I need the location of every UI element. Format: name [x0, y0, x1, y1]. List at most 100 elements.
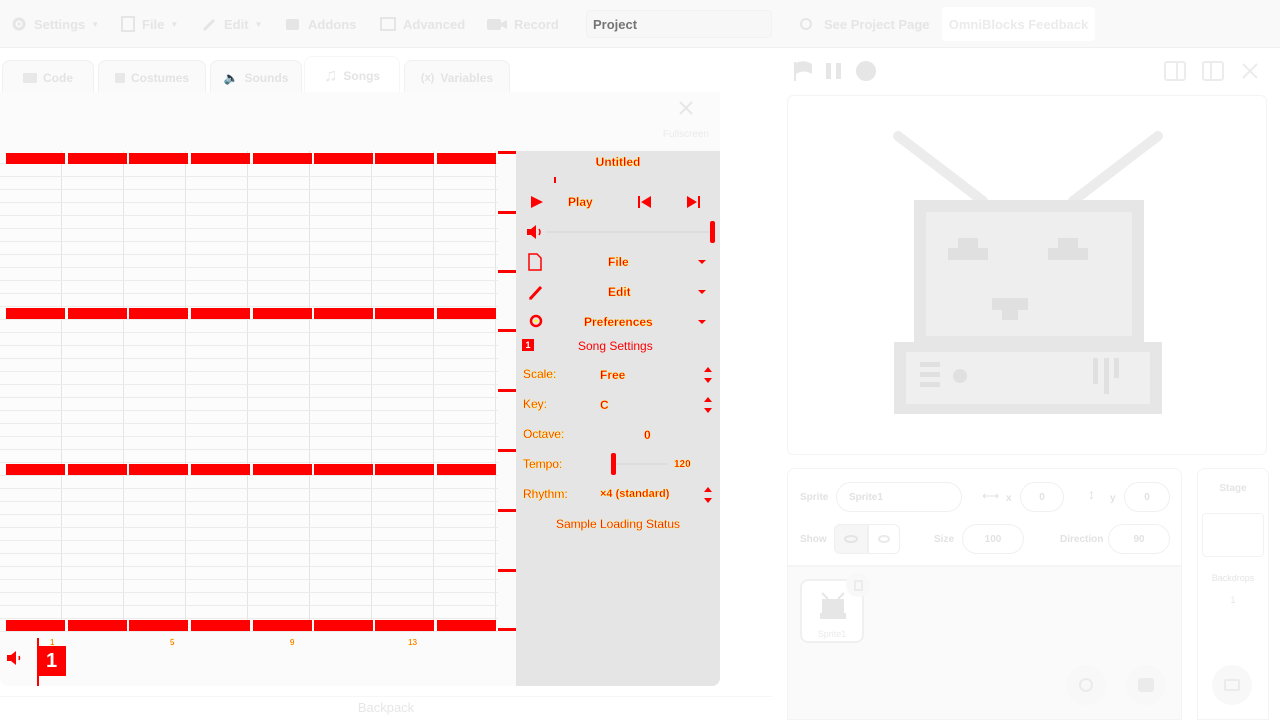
pause-icon[interactable]	[824, 61, 844, 81]
tab-songs[interactable]: ♫ Songs	[304, 56, 400, 94]
direction-input[interactable]: 90	[1108, 524, 1170, 554]
y-input[interactable]: 0	[1124, 482, 1170, 512]
trash-icon	[853, 579, 863, 591]
timeline-label: 13	[408, 638, 417, 647]
choose-backdrop-button[interactable]	[1212, 665, 1252, 705]
x-input[interactable]: 0	[1020, 482, 1064, 512]
pencil-icon	[202, 18, 216, 32]
tab-code[interactable]: Code	[2, 60, 94, 94]
eye-icon	[844, 535, 858, 543]
show-hidden-button[interactable]	[868, 524, 900, 554]
sprite-robot-thumb	[820, 592, 846, 619]
track-number[interactable]: 1	[37, 646, 66, 676]
updown-arrows-icon[interactable]	[704, 397, 712, 413]
bar-cell	[375, 620, 434, 631]
stop-icon[interactable]	[855, 60, 877, 82]
track-volume-icon[interactable]	[6, 651, 24, 665]
play-icon[interactable]	[530, 195, 544, 209]
tab-variables[interactable]: (x) Variables	[404, 60, 510, 94]
search-sprite-button[interactable]	[1066, 665, 1106, 705]
menu-bar: Settings ▼ File ▼ Edit ▼ Addons Advanced…	[0, 0, 1280, 48]
backpack[interactable]: Backpack	[0, 696, 772, 720]
size-label: Size	[934, 534, 955, 545]
tab-sounds[interactable]: 🔈 Sounds	[210, 60, 302, 94]
bar-cell	[437, 620, 496, 631]
play-button[interactable]: Play	[568, 195, 593, 209]
advanced-menu[interactable]: Advanced	[379, 14, 465, 34]
chevron-down-icon: ▼	[91, 19, 100, 29]
bar-cell	[129, 308, 188, 319]
octave-tick	[498, 509, 517, 512]
fullscreen-button[interactable]: Fullscreen	[656, 100, 716, 140]
sprite-robot-image	[893, 131, 1163, 414]
bar-cell	[68, 153, 127, 164]
volume-slider-thumb[interactable]	[710, 221, 715, 243]
updown-arrows-icon[interactable]	[704, 367, 712, 383]
show-label: Show	[800, 534, 827, 545]
backdrop-icon	[1224, 679, 1240, 691]
size-input[interactable]: 100	[962, 524, 1024, 554]
tempo-slider[interactable]	[612, 463, 668, 465]
project-title-input[interactable]	[586, 10, 772, 38]
file-dropdown[interactable]: File	[516, 249, 720, 275]
see-project-page-link[interactable]: See Project Page	[798, 14, 930, 34]
bar-cell	[68, 308, 127, 319]
rhythm-select[interactable]: ×4 (standard)	[600, 488, 670, 500]
editor-tabs: Code Costumes 🔈 Sounds ♫ Songs (x) Varia…	[0, 56, 720, 94]
bar-row	[6, 308, 496, 319]
fullscreen-icon[interactable]	[1240, 61, 1260, 81]
song-settings-header: 1 Song Settings	[516, 335, 720, 361]
puzzle-icon	[286, 19, 299, 30]
stage-title: Stage	[1219, 483, 1247, 494]
updown-arrows-icon[interactable]	[704, 487, 712, 503]
stage-selector-pane[interactable]: Stage Backdrops 1	[1197, 468, 1269, 720]
music-note-icon: ♫	[323, 65, 338, 85]
small-stage-icon[interactable]	[1164, 61, 1186, 81]
bar-cell	[375, 308, 434, 319]
tempo-label: Tempo:	[523, 457, 563, 471]
record-menu[interactable]: Record	[486, 14, 559, 34]
edit-menu[interactable]: Edit ▼	[202, 14, 262, 34]
rhythm-row: Rhythm: ×4 (standard)	[516, 481, 720, 507]
sprite-name-input[interactable]: Sprite1	[836, 482, 962, 512]
chevron-down-icon	[698, 320, 706, 324]
pencil-icon	[528, 285, 543, 301]
octave-tick	[498, 329, 517, 332]
timeline[interactable]: 1 5 9 13 1	[0, 632, 516, 686]
octave-input[interactable]: 0	[644, 428, 651, 442]
note-grid[interactable]	[0, 151, 498, 632]
volume-slider[interactable]	[546, 231, 710, 233]
large-stage-icon[interactable]	[1202, 61, 1224, 81]
rhythm-label: Rhythm:	[523, 487, 568, 501]
green-flag-icon[interactable]	[792, 60, 814, 82]
addons-menu[interactable]: Addons	[284, 14, 356, 34]
key-row: Key: C	[516, 391, 720, 417]
settings-menu[interactable]: Settings ▼	[10, 14, 99, 34]
bar-cell	[6, 153, 65, 164]
feedback-button[interactable]: OmniBlocks Feedback	[942, 7, 1095, 41]
file-menu[interactable]: File ▼	[120, 14, 178, 34]
song-title[interactable]: Untitled	[516, 155, 720, 169]
show-visible-button[interactable]	[834, 524, 868, 554]
tab-costumes[interactable]: Costumes	[98, 60, 206, 94]
choose-sprite-button[interactable]	[1126, 665, 1166, 705]
edit-dropdown[interactable]: Edit	[516, 279, 720, 305]
song-settings-badge: 1	[522, 339, 534, 351]
tempo-row: Tempo: 120	[516, 451, 720, 477]
scale-select[interactable]: Free	[600, 368, 626, 382]
stage-canvas[interactable]	[787, 95, 1267, 455]
skip-start-icon[interactable]	[638, 196, 652, 208]
delete-sprite-button[interactable]	[846, 573, 870, 597]
bar-cell	[68, 620, 127, 631]
octave-tick	[498, 449, 517, 452]
bar-cell	[314, 308, 373, 319]
bar-cell	[191, 620, 250, 631]
tempo-slider-thumb[interactable]	[611, 453, 616, 475]
key-select[interactable]: C	[600, 398, 609, 412]
skip-end-icon[interactable]	[686, 196, 700, 208]
bar-cell	[129, 464, 188, 475]
expand-icon	[679, 101, 693, 115]
preferences-dropdown[interactable]: Preferences	[516, 309, 720, 335]
octave-tick	[498, 211, 517, 214]
stage-thumbnail[interactable]	[1202, 513, 1264, 557]
